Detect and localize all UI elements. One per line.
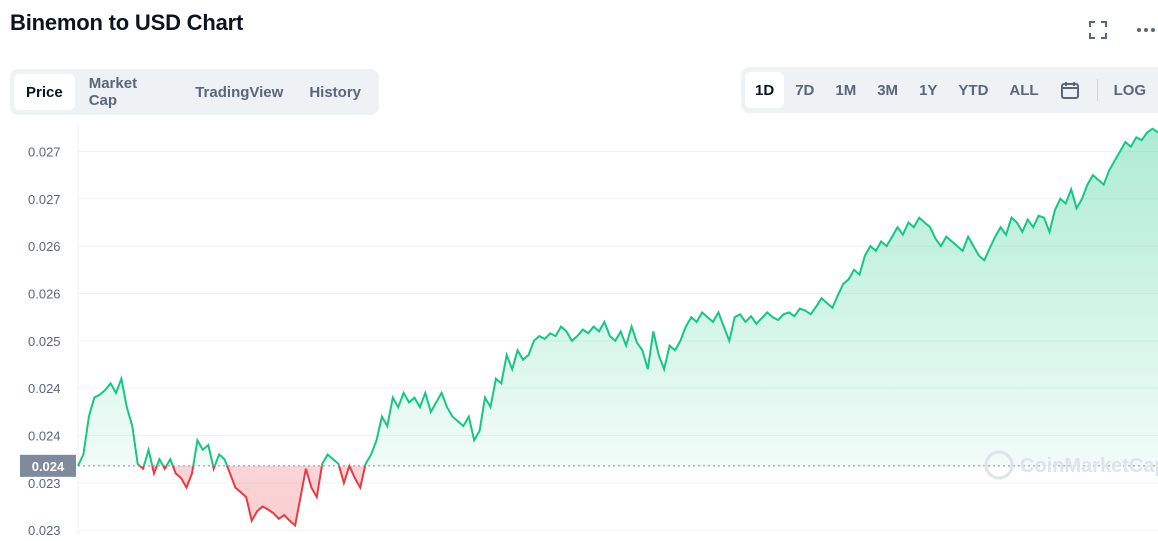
y-tick-label: 0.024 (28, 429, 61, 444)
range-1d[interactable]: 1D (745, 72, 785, 108)
y-tick-label: 0.023 (28, 523, 61, 536)
y-tick-label: 0.026 (28, 286, 61, 301)
y-tick-label: 0.026 (28, 239, 61, 254)
tab-market-cap[interactable]: Market Cap (77, 74, 182, 110)
log-toggle[interactable]: LOG (1104, 72, 1157, 108)
more-icon[interactable] (1132, 16, 1158, 44)
y-tick-label: 0.025 (28, 334, 61, 349)
y-axis-ticks: 0.023 0.023 0.024 0.024 0.025 0.026 0.026 0.027… (28, 144, 61, 538)
range-divider (1096, 79, 1098, 101)
range-all[interactable]: ALL (999, 72, 1048, 108)
price-chart-svg[interactable]: 0.023 0.023 0.024 0.024 0.025 0.026 0.026 0.027… (0, 120, 1158, 538)
range-3m[interactable]: 3M (867, 72, 908, 108)
tab-price[interactable]: Price (14, 74, 75, 110)
calendar-glyph (1060, 82, 1079, 99)
fullscreen-glyph (1089, 21, 1107, 39)
watermark-text: CoinMarketCap (1020, 455, 1158, 477)
tab-tradingview[interactable]: TradingView (183, 74, 295, 110)
range-ytd[interactable]: YTD (948, 72, 998, 108)
calendar-icon[interactable] (1050, 72, 1090, 108)
range-1y[interactable]: 1Y (909, 72, 947, 108)
time-range-selector: 1D 7D 1M 3M 1Y YTD ALL LOG (741, 67, 1158, 113)
tab-history[interactable]: History (297, 74, 373, 110)
price-series (77, 127, 1158, 528)
y-tick-label: 0.023 (28, 476, 61, 491)
y-tick-label: 0.024 (28, 381, 61, 396)
fullscreen-icon[interactable] (1084, 16, 1112, 44)
price-chart[interactable]: 0.023 0.023 0.024 0.024 0.025 0.026 0.026 0.027… (0, 120, 1158, 538)
more-glyph (1137, 28, 1155, 32)
y-tick-label: 0.027 (28, 144, 61, 159)
range-7d[interactable]: 7D (785, 72, 824, 108)
y-tick-label: 0.027 (28, 192, 61, 207)
page-title: Binemon to USD Chart (10, 10, 244, 35)
range-1m[interactable]: 1M (825, 72, 866, 108)
chart-type-tabs: Price Market Cap TradingView History (10, 69, 379, 115)
current-price-label: 0.024 (32, 459, 65, 474)
